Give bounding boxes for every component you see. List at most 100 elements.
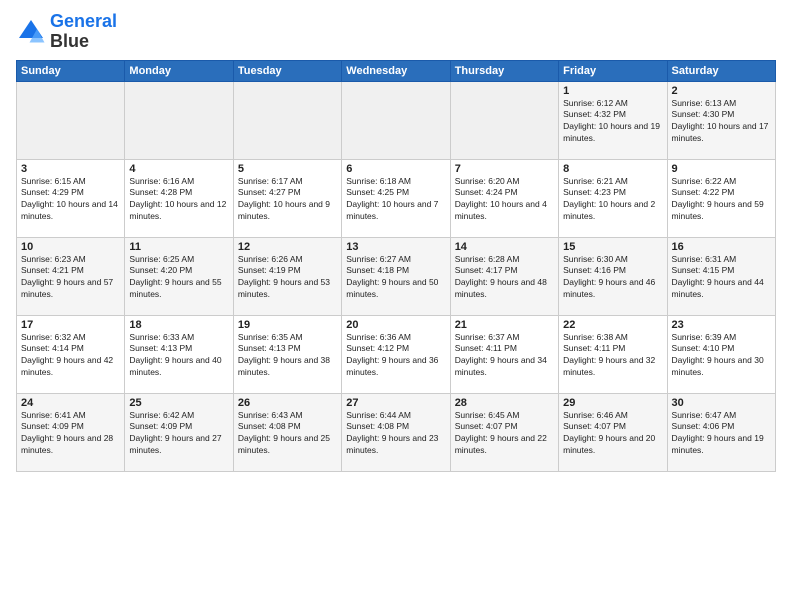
day-cell: 7 Sunrise: 6:20 AMSunset: 4:24 PMDayligh… — [450, 159, 558, 237]
day-cell — [342, 81, 450, 159]
day-number: 30 — [672, 397, 771, 409]
day-cell: 1 Sunrise: 6:12 AMSunset: 4:32 PMDayligh… — [559, 81, 667, 159]
day-cell: 6 Sunrise: 6:18 AMSunset: 4:25 PMDayligh… — [342, 159, 450, 237]
day-number: 4 — [129, 163, 228, 175]
day-info: Sunrise: 6:41 AMSunset: 4:09 PMDaylight:… — [21, 410, 120, 458]
day-number: 29 — [563, 397, 662, 409]
day-cell: 25 Sunrise: 6:42 AMSunset: 4:09 PMDaylig… — [125, 393, 233, 471]
day-info: Sunrise: 6:32 AMSunset: 4:14 PMDaylight:… — [21, 332, 120, 380]
day-cell: 16 Sunrise: 6:31 AMSunset: 4:15 PMDaylig… — [667, 237, 775, 315]
day-cell: 9 Sunrise: 6:22 AMSunset: 4:22 PMDayligh… — [667, 159, 775, 237]
day-number: 15 — [563, 241, 662, 253]
week-row-3: 10 Sunrise: 6:23 AMSunset: 4:21 PMDaylig… — [17, 237, 776, 315]
day-info: Sunrise: 6:47 AMSunset: 4:06 PMDaylight:… — [672, 410, 771, 458]
day-cell: 10 Sunrise: 6:23 AMSunset: 4:21 PMDaylig… — [17, 237, 125, 315]
day-number: 9 — [672, 163, 771, 175]
day-cell: 13 Sunrise: 6:27 AMSunset: 4:18 PMDaylig… — [342, 237, 450, 315]
day-cell: 3 Sunrise: 6:15 AMSunset: 4:29 PMDayligh… — [17, 159, 125, 237]
header: General Blue — [16, 12, 776, 52]
calendar-table: Sunday Monday Tuesday Wednesday Thursday… — [16, 60, 776, 472]
day-info: Sunrise: 6:30 AMSunset: 4:16 PMDaylight:… — [563, 254, 662, 302]
day-cell: 26 Sunrise: 6:43 AMSunset: 4:08 PMDaylig… — [233, 393, 341, 471]
day-number: 26 — [238, 397, 337, 409]
week-row-5: 24 Sunrise: 6:41 AMSunset: 4:09 PMDaylig… — [17, 393, 776, 471]
day-number: 13 — [346, 241, 445, 253]
day-number: 19 — [238, 319, 337, 331]
day-info: Sunrise: 6:17 AMSunset: 4:27 PMDaylight:… — [238, 176, 337, 224]
col-saturday: Saturday — [667, 60, 775, 81]
day-cell: 15 Sunrise: 6:30 AMSunset: 4:16 PMDaylig… — [559, 237, 667, 315]
day-info: Sunrise: 6:46 AMSunset: 4:07 PMDaylight:… — [563, 410, 662, 458]
day-info: Sunrise: 6:39 AMSunset: 4:10 PMDaylight:… — [672, 332, 771, 380]
day-cell: 28 Sunrise: 6:45 AMSunset: 4:07 PMDaylig… — [450, 393, 558, 471]
day-info: Sunrise: 6:27 AMSunset: 4:18 PMDaylight:… — [346, 254, 445, 302]
day-number: 28 — [455, 397, 554, 409]
day-cell: 11 Sunrise: 6:25 AMSunset: 4:20 PMDaylig… — [125, 237, 233, 315]
day-info: Sunrise: 6:23 AMSunset: 4:21 PMDaylight:… — [21, 254, 120, 302]
day-cell: 8 Sunrise: 6:21 AMSunset: 4:23 PMDayligh… — [559, 159, 667, 237]
day-number: 25 — [129, 397, 228, 409]
day-cell: 18 Sunrise: 6:33 AMSunset: 4:13 PMDaylig… — [125, 315, 233, 393]
day-cell: 14 Sunrise: 6:28 AMSunset: 4:17 PMDaylig… — [450, 237, 558, 315]
day-cell: 29 Sunrise: 6:46 AMSunset: 4:07 PMDaylig… — [559, 393, 667, 471]
col-friday: Friday — [559, 60, 667, 81]
day-info: Sunrise: 6:38 AMSunset: 4:11 PMDaylight:… — [563, 332, 662, 380]
header-row: Sunday Monday Tuesday Wednesday Thursday… — [17, 60, 776, 81]
day-number: 17 — [21, 319, 120, 331]
day-cell: 20 Sunrise: 6:36 AMSunset: 4:12 PMDaylig… — [342, 315, 450, 393]
col-thursday: Thursday — [450, 60, 558, 81]
day-number: 23 — [672, 319, 771, 331]
day-number: 8 — [563, 163, 662, 175]
day-info: Sunrise: 6:45 AMSunset: 4:07 PMDaylight:… — [455, 410, 554, 458]
day-cell: 2 Sunrise: 6:13 AMSunset: 4:30 PMDayligh… — [667, 81, 775, 159]
day-info: Sunrise: 6:37 AMSunset: 4:11 PMDaylight:… — [455, 332, 554, 380]
day-number: 7 — [455, 163, 554, 175]
week-row-1: 1 Sunrise: 6:12 AMSunset: 4:32 PMDayligh… — [17, 81, 776, 159]
day-number: 3 — [21, 163, 120, 175]
logo-icon — [16, 17, 46, 47]
week-row-2: 3 Sunrise: 6:15 AMSunset: 4:29 PMDayligh… — [17, 159, 776, 237]
logo-text: General Blue — [50, 12, 117, 52]
day-info: Sunrise: 6:33 AMSunset: 4:13 PMDaylight:… — [129, 332, 228, 380]
day-cell — [450, 81, 558, 159]
page: General Blue Sunday Monday Tuesday Wedne… — [0, 0, 792, 612]
day-number: 27 — [346, 397, 445, 409]
day-cell: 17 Sunrise: 6:32 AMSunset: 4:14 PMDaylig… — [17, 315, 125, 393]
day-cell: 12 Sunrise: 6:26 AMSunset: 4:19 PMDaylig… — [233, 237, 341, 315]
day-info: Sunrise: 6:18 AMSunset: 4:25 PMDaylight:… — [346, 176, 445, 224]
day-number: 11 — [129, 241, 228, 253]
day-number: 6 — [346, 163, 445, 175]
day-number: 10 — [21, 241, 120, 253]
day-info: Sunrise: 6:42 AMSunset: 4:09 PMDaylight:… — [129, 410, 228, 458]
day-number: 14 — [455, 241, 554, 253]
week-row-4: 17 Sunrise: 6:32 AMSunset: 4:14 PMDaylig… — [17, 315, 776, 393]
day-number: 18 — [129, 319, 228, 331]
day-info: Sunrise: 6:44 AMSunset: 4:08 PMDaylight:… — [346, 410, 445, 458]
day-cell: 4 Sunrise: 6:16 AMSunset: 4:28 PMDayligh… — [125, 159, 233, 237]
day-cell — [17, 81, 125, 159]
day-cell: 22 Sunrise: 6:38 AMSunset: 4:11 PMDaylig… — [559, 315, 667, 393]
day-info: Sunrise: 6:15 AMSunset: 4:29 PMDaylight:… — [21, 176, 120, 224]
day-cell: 19 Sunrise: 6:35 AMSunset: 4:13 PMDaylig… — [233, 315, 341, 393]
day-info: Sunrise: 6:31 AMSunset: 4:15 PMDaylight:… — [672, 254, 771, 302]
day-cell — [233, 81, 341, 159]
day-number: 21 — [455, 319, 554, 331]
day-number: 20 — [346, 319, 445, 331]
col-wednesday: Wednesday — [342, 60, 450, 81]
day-cell: 5 Sunrise: 6:17 AMSunset: 4:27 PMDayligh… — [233, 159, 341, 237]
day-cell: 21 Sunrise: 6:37 AMSunset: 4:11 PMDaylig… — [450, 315, 558, 393]
day-info: Sunrise: 6:22 AMSunset: 4:22 PMDaylight:… — [672, 176, 771, 224]
day-number: 24 — [21, 397, 120, 409]
day-info: Sunrise: 6:25 AMSunset: 4:20 PMDaylight:… — [129, 254, 228, 302]
day-number: 16 — [672, 241, 771, 253]
day-cell: 23 Sunrise: 6:39 AMSunset: 4:10 PMDaylig… — [667, 315, 775, 393]
day-cell: 24 Sunrise: 6:41 AMSunset: 4:09 PMDaylig… — [17, 393, 125, 471]
day-info: Sunrise: 6:21 AMSunset: 4:23 PMDaylight:… — [563, 176, 662, 224]
day-cell — [125, 81, 233, 159]
day-info: Sunrise: 6:35 AMSunset: 4:13 PMDaylight:… — [238, 332, 337, 380]
col-sunday: Sunday — [17, 60, 125, 81]
col-tuesday: Tuesday — [233, 60, 341, 81]
day-cell: 30 Sunrise: 6:47 AMSunset: 4:06 PMDaylig… — [667, 393, 775, 471]
day-number: 2 — [672, 85, 771, 97]
day-info: Sunrise: 6:26 AMSunset: 4:19 PMDaylight:… — [238, 254, 337, 302]
